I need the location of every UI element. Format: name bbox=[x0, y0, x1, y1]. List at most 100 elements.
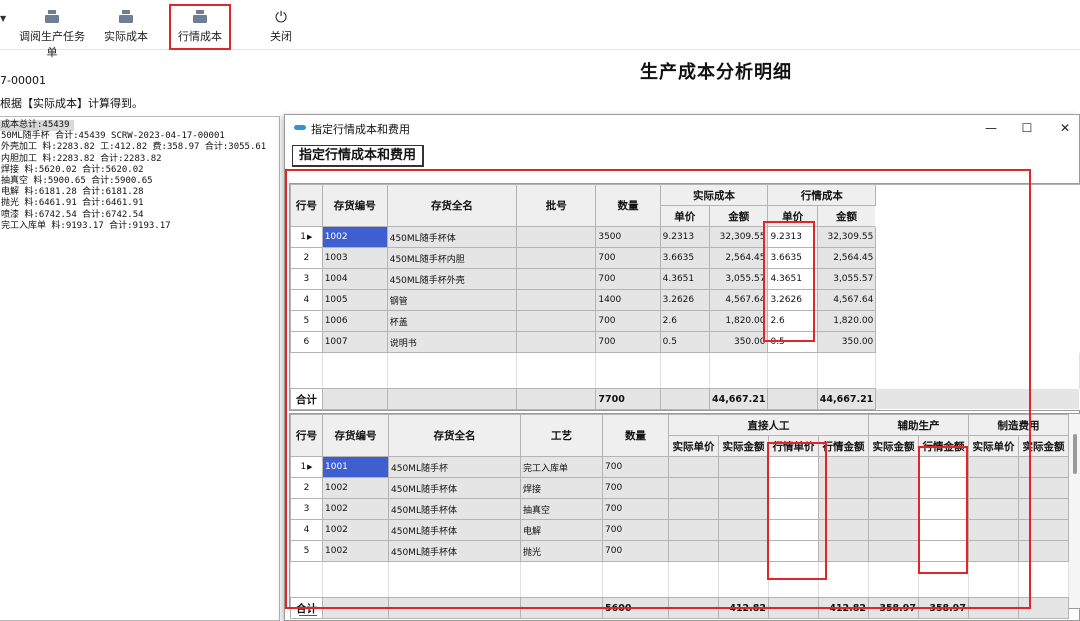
cell-dl-market-unit[interactable] bbox=[768, 540, 819, 562]
cell-code[interactable]: 1006 bbox=[321, 310, 388, 332]
cell-dl-market-unit[interactable] bbox=[768, 498, 819, 520]
cell-ap-market-amount[interactable] bbox=[918, 477, 969, 499]
table-row[interactable]: 2 1002 450ML随手杯体 焊接 700 bbox=[290, 477, 1069, 499]
table-row[interactable]: 3 1002 450ML随手杯体 抽真空 700 bbox=[290, 498, 1069, 520]
tree-item-process[interactable]: 外壳加工 料:2283.82 工:412.82 费:358.97 合计:3055… bbox=[0, 142, 279, 153]
cell-market-amount[interactable]: 4,567.64 bbox=[816, 289, 877, 311]
dialog-titlebar[interactable]: 指定行情成本和费用 — ☐ ✕ bbox=[285, 115, 1079, 141]
cell-me-actual-unit[interactable] bbox=[968, 498, 1019, 520]
cell-code[interactable]: 1002 bbox=[322, 498, 389, 520]
cell-me-actual-unit[interactable] bbox=[968, 477, 1019, 499]
cell-code[interactable]: 1001 bbox=[322, 456, 389, 478]
cell-qty[interactable]: 700 bbox=[602, 498, 669, 520]
cell-me-actual-amount[interactable] bbox=[1018, 498, 1069, 520]
cell-ap-market-amount[interactable] bbox=[918, 540, 969, 562]
table-row[interactable]: 5 1006 杯盖 700 2.6 1,820.00 2.6 1,820.00 bbox=[290, 310, 1080, 332]
cell-actual-price[interactable]: 3.6635 bbox=[659, 247, 710, 269]
cell-name[interactable]: 450ML随手杯体 bbox=[388, 498, 521, 520]
cell-market-price[interactable]: 4.3651 bbox=[767, 268, 818, 290]
maximize-button[interactable]: ☐ bbox=[1017, 119, 1037, 137]
cell-dl-actual-unit[interactable] bbox=[668, 477, 719, 499]
cell-actual-amount[interactable]: 1,820.00 bbox=[708, 310, 769, 332]
cell-actual-price[interactable]: 9.2313 bbox=[659, 226, 710, 248]
cell-name[interactable]: 钢管 bbox=[386, 289, 518, 311]
minimize-button[interactable]: — bbox=[981, 119, 1001, 137]
cell-dl-actual-unit[interactable] bbox=[668, 540, 719, 562]
cell-dl-actual-amount[interactable] bbox=[718, 540, 769, 562]
cell-market-amount[interactable]: 2,564.45 bbox=[816, 247, 877, 269]
cell-actual-amount[interactable]: 32,309.55 bbox=[708, 226, 769, 248]
cell-market-price[interactable]: 9.2313 bbox=[767, 226, 818, 248]
cell-ap-actual-amount[interactable] bbox=[868, 498, 919, 520]
cell-qty[interactable]: 700 bbox=[602, 477, 669, 499]
cell-me-actual-unit[interactable] bbox=[968, 456, 1019, 478]
cell-actual-amount[interactable]: 4,567.64 bbox=[708, 289, 769, 311]
cell-code[interactable]: 1002 bbox=[322, 540, 389, 562]
cell-name[interactable]: 450ML随手杯内胆 bbox=[386, 247, 518, 269]
cell-dl-actual-amount[interactable] bbox=[718, 477, 769, 499]
cell-qty[interactable]: 3500 bbox=[595, 226, 661, 248]
cell-process[interactable]: 焊接 bbox=[520, 477, 603, 499]
table-row[interactable]: 1▶ 1002 450ML随手杯体 3500 9.2313 32,309.55 … bbox=[290, 226, 1080, 248]
cell-ap-actual-amount[interactable] bbox=[868, 456, 919, 478]
cell-market-amount[interactable]: 3,055.57 bbox=[816, 268, 877, 290]
cell-process[interactable]: 完工入库单 bbox=[520, 456, 603, 478]
cell-me-actual-amount[interactable] bbox=[1018, 456, 1069, 478]
cell-code[interactable]: 1003 bbox=[321, 247, 388, 269]
cell-qty[interactable]: 700 bbox=[602, 456, 669, 478]
cell-code[interactable]: 1005 bbox=[321, 289, 388, 311]
cell-name[interactable]: 450ML随手杯体 bbox=[386, 226, 518, 248]
tree-item-process[interactable]: 喷漆 料:6742.54 合计:6742.54 bbox=[0, 210, 279, 221]
cell-me-actual-amount[interactable] bbox=[1018, 477, 1069, 499]
market-cost-button[interactable]: 行情成本 bbox=[175, 8, 225, 48]
cell-dl-market-amount[interactable] bbox=[818, 477, 869, 499]
cell-batch[interactable] bbox=[516, 226, 597, 248]
cell-market-price[interactable]: 3.2626 bbox=[767, 289, 818, 311]
cell-name[interactable]: 杯盖 bbox=[386, 310, 518, 332]
cell-qty[interactable]: 700 bbox=[595, 268, 661, 290]
actual-cost-button[interactable]: 实际成本 bbox=[102, 8, 150, 48]
cell-dl-actual-amount[interactable] bbox=[718, 456, 769, 478]
cell-dl-actual-unit[interactable] bbox=[668, 498, 719, 520]
tree-item-process[interactable]: 电解 料:6181.28 合计:6181.28 bbox=[0, 187, 279, 198]
cell-code[interactable]: 1002 bbox=[322, 519, 389, 541]
tree-item-process[interactable]: 焊接 料:5620.02 合计:5620.02 bbox=[0, 165, 279, 176]
cost-tree[interactable]: 成本总计:45439 50ML随手杯 合计:45439 SCRW-2023-04… bbox=[0, 116, 280, 621]
table-row[interactable]: 4 1005 钢管 1400 3.2626 4,567.64 3.2626 4,… bbox=[290, 289, 1080, 311]
cell-process[interactable]: 抛光 bbox=[520, 540, 603, 562]
cell-batch[interactable] bbox=[516, 310, 597, 332]
cell-market-amount[interactable]: 350.00 bbox=[816, 331, 877, 353]
cell-actual-price[interactable]: 2.6 bbox=[659, 310, 710, 332]
cell-code[interactable]: 1007 bbox=[321, 331, 388, 353]
cell-me-actual-amount[interactable] bbox=[1018, 540, 1069, 562]
tree-item-process[interactable]: 抛光 料:6461.91 合计:6461.91 bbox=[0, 198, 279, 209]
cell-market-price[interactable]: 2.6 bbox=[767, 310, 818, 332]
expense-cost-grid[interactable]: 行号 存货编号 存货全名 工艺 数量 直接人工 辅助生产 制造费用 实际单价 实… bbox=[289, 413, 1080, 619]
cell-code[interactable]: 1002 bbox=[322, 477, 389, 499]
cell-code[interactable]: 1002 bbox=[321, 226, 388, 248]
cell-name[interactable]: 450ML随手杯体 bbox=[388, 519, 521, 541]
table-row[interactable]: 3 1004 450ML随手杯外壳 700 4.3651 3,055.57 4.… bbox=[290, 268, 1080, 290]
cell-qty[interactable]: 700 bbox=[595, 310, 661, 332]
chevron-down-icon[interactable]: ▼ bbox=[0, 14, 6, 23]
cell-dl-actual-unit[interactable] bbox=[668, 519, 719, 541]
tree-item-total[interactable]: 成本总计:45439 bbox=[0, 120, 74, 132]
table-row[interactable]: 2 1003 450ML随手杯内胆 700 3.6635 2,564.45 3.… bbox=[290, 247, 1080, 269]
cell-batch[interactable] bbox=[516, 331, 597, 353]
cell-actual-amount[interactable]: 350.00 bbox=[708, 331, 769, 353]
cell-batch[interactable] bbox=[516, 247, 597, 269]
cell-me-actual-unit[interactable] bbox=[968, 540, 1019, 562]
cell-ap-actual-amount[interactable] bbox=[868, 540, 919, 562]
cell-ap-market-amount[interactable] bbox=[918, 456, 969, 478]
vertical-scrollbar[interactable] bbox=[1073, 434, 1077, 474]
cell-dl-market-unit[interactable] bbox=[768, 519, 819, 541]
cell-dl-actual-amount[interactable] bbox=[718, 498, 769, 520]
cell-qty[interactable]: 700 bbox=[602, 519, 669, 541]
cell-code[interactable]: 1004 bbox=[321, 268, 388, 290]
cell-qty[interactable]: 1400 bbox=[595, 289, 661, 311]
cell-actual-price[interactable]: 3.2626 bbox=[659, 289, 710, 311]
close-button[interactable]: ⏻ 关闭 bbox=[266, 8, 296, 48]
cell-batch[interactable] bbox=[516, 289, 597, 311]
cell-me-actual-amount[interactable] bbox=[1018, 519, 1069, 541]
cell-name[interactable]: 说明书 bbox=[386, 331, 518, 353]
